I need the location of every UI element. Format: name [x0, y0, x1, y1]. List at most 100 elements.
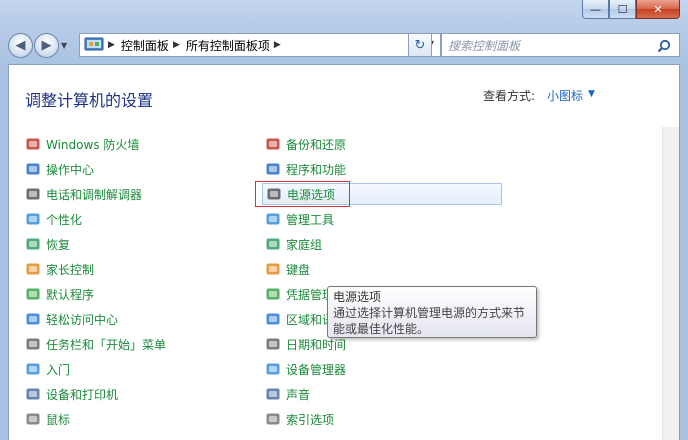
control-panel-item[interactable]: 备份和还原 [265, 133, 346, 155]
indexing-icon [266, 413, 280, 425]
tooltip: 电源选项 通过选择计算机管理电源的方式来节 能或最佳化性能。 [327, 286, 537, 338]
control-panel-item[interactable]: 恢复 [25, 233, 70, 255]
control-panel-item[interactable]: 家长控制 [25, 258, 94, 280]
date-time-icon [266, 338, 280, 350]
item-label: 设备管理器 [286, 362, 347, 377]
forward-button[interactable]: ▶ [34, 32, 59, 58]
control-panel-item[interactable]: 键盘 [265, 258, 310, 280]
control-panel-item[interactable]: 家庭组 [265, 233, 322, 255]
item-icon-wrap [265, 211, 281, 227]
item-label: 恢复 [46, 237, 71, 252]
control-panel-item[interactable]: 入门 [25, 358, 70, 380]
close-button[interactable]: ✕ [636, 0, 680, 19]
action-center-flag-icon [26, 163, 40, 175]
search-placeholder: 搜索控制面板 [448, 38, 521, 53]
item-label: 设备和打印机 [46, 387, 119, 402]
refresh-button[interactable]: ↻ [408, 33, 432, 57]
breadcrumb-all-items[interactable]: 所有控制面板项 [186, 37, 270, 54]
item-icon-wrap [25, 286, 41, 302]
item-label: 轻松访问中心 [46, 312, 119, 327]
search-input[interactable]: 搜索控制面板 [441, 33, 680, 57]
control-panel-item[interactable]: 设备管理器 [265, 358, 346, 380]
control-panel-item[interactable]: 任务栏和「开始」菜单 [25, 333, 166, 355]
breadcrumb-control-panel[interactable]: 控制面板 [121, 37, 169, 54]
control-panel-item[interactable]: 轻松访问中心 [25, 308, 118, 330]
devices-printers-icon [26, 388, 40, 400]
item-icon-wrap [265, 361, 281, 377]
item-icon-wrap [265, 161, 281, 177]
control-panel-item[interactable]: 设备和打印机 [25, 383, 118, 405]
view-by-dropdown[interactable]: 小图标 [547, 87, 583, 104]
breadcrumb-separator-icon[interactable]: ▶ [274, 40, 281, 50]
tooltip-line: 能或最佳化性能。 [333, 322, 430, 336]
breadcrumb-separator-icon[interactable]: ▶ [173, 40, 180, 50]
region-language-icon [266, 313, 280, 325]
admin-tools-icon [266, 213, 280, 225]
minimize-button[interactable]: — [582, 0, 609, 19]
item-icon-wrap [265, 336, 281, 352]
item-icon-wrap [265, 311, 281, 327]
control-panel-item[interactable]: 索引选项 [265, 408, 334, 430]
item-label: Windows 防火墙 [46, 137, 140, 152]
item-label: 键盘 [286, 262, 311, 277]
phone-modem-icon [26, 188, 40, 200]
control-panel-item[interactable]: 操作中心 [25, 158, 94, 180]
item-icon-wrap [25, 261, 41, 277]
address-bar[interactable]: ▶ 控制面板 ▶ 所有控制面板项 ▶ ▼ [79, 33, 441, 57]
item-label: 鼠标 [46, 412, 71, 427]
item-label: 任务栏和「开始」菜单 [46, 337, 167, 352]
control-panel-item[interactable]: 鼠标 [25, 408, 70, 430]
item-label: 程序和功能 [286, 162, 347, 177]
chevron-down-icon[interactable]: ▼ [588, 89, 595, 99]
control-panel-item[interactable]: 默认程序 [25, 283, 94, 305]
item-label: 管理工具 [286, 212, 335, 227]
homegroup-icon [266, 238, 280, 250]
item-icon-wrap [25, 211, 41, 227]
vertical-scrollbar[interactable] [662, 127, 679, 440]
item-icon-wrap [265, 236, 281, 252]
control-panel-item[interactable]: 个性化 [25, 208, 82, 230]
breadcrumb-separator-icon[interactable]: ▶ [108, 40, 115, 50]
recovery-icon [26, 238, 40, 250]
control-panel-item[interactable]: 电话和调制解调器 [25, 183, 142, 205]
control-panel-item[interactable]: Windows 防火墙 [25, 133, 139, 155]
window-frame: — ☐ ✕ ◀ ▶ ▼ ▶ 控制面板 ▶ 所有控制面板项 ▶ ▼ ↻ 搜索控制面… [0, 0, 688, 440]
personalization-icon [26, 213, 40, 225]
default-programs-icon [26, 288, 40, 300]
control-panel-item[interactable]: 管理工具 [265, 208, 334, 230]
item-label: 索引选项 [286, 412, 335, 427]
item-icon-wrap [25, 311, 41, 327]
item-icon-wrap [25, 336, 41, 352]
device-manager-icon [266, 363, 280, 375]
item-label: 默认程序 [46, 287, 95, 302]
sound-icon [266, 388, 280, 400]
item-icon-wrap [25, 361, 41, 377]
control-panel-icon [84, 37, 104, 51]
programs-features-icon [266, 163, 280, 175]
tooltip-title: 电源选项 [333, 290, 382, 304]
item-icon-wrap [265, 286, 281, 302]
item-label: 备份和还原 [286, 137, 347, 152]
item-label: 声音 [286, 387, 311, 402]
maximize-button[interactable]: ☐ [609, 0, 636, 19]
item-icon-wrap [25, 411, 41, 427]
item-icon-wrap [25, 386, 41, 402]
back-button[interactable]: ◀ [8, 32, 33, 58]
item-icon-wrap [25, 136, 41, 152]
firewall-icon [26, 138, 40, 150]
item-icon-wrap [265, 261, 281, 277]
caption-buttons: — ☐ ✕ [582, 0, 680, 19]
item-icon-wrap [265, 411, 281, 427]
keyboard-icon [266, 263, 280, 275]
item-label: 个性化 [46, 212, 83, 227]
control-panel-item[interactable]: 声音 [265, 383, 310, 405]
tooltip-line: 通过选择计算机管理电源的方式来节 [333, 306, 526, 320]
item-label: 家庭组 [286, 237, 323, 252]
recent-pages-dropdown[interactable]: ▼ [61, 41, 73, 50]
control-panel-item[interactable]: 程序和功能 [265, 158, 346, 180]
credential-manager-icon [266, 288, 280, 300]
search-icon[interactable] [657, 39, 671, 53]
taskbar-icon [26, 338, 40, 350]
refresh-icon: ↻ [414, 37, 426, 53]
back-arrow-icon: ◀ [15, 37, 26, 53]
